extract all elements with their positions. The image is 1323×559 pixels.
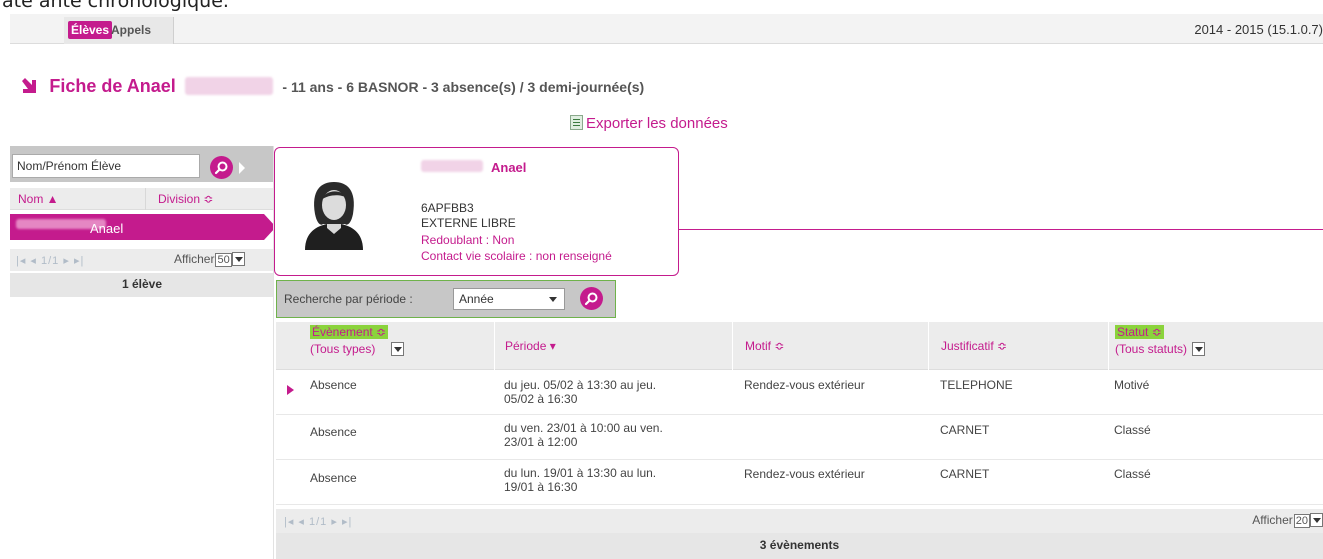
- student-row-name: Anael: [90, 221, 124, 236]
- period-select[interactable]: Année: [453, 288, 565, 310]
- header-statut: Statut ≎ (Tous statuts): [1108, 322, 1323, 370]
- sort-periode[interactable]: Période ▾: [505, 339, 556, 353]
- cell-statut: Motivé: [1114, 378, 1150, 392]
- afficher-label: Afficher: [1252, 513, 1293, 527]
- student-profile-card: Anael 6APFBB3 EXTERNE LIBRE Redoublant :…: [274, 147, 679, 276]
- statut-filter-label: (Tous statuts): [1115, 342, 1188, 356]
- cell-evenement: Absence: [310, 471, 357, 485]
- chevron-down-icon: [549, 297, 557, 302]
- pager-controls[interactable]: |◂ ◂ 1/1 ▸ ▸|: [16, 254, 84, 267]
- sort-statut[interactable]: Statut ≎: [1115, 325, 1164, 339]
- student-search-input[interactable]: Nom/Prénom Élève: [12, 154, 200, 178]
- cell-justificatif: TELEPHONE: [940, 378, 1013, 392]
- cell-periode-line2: 19/01 à 16:30: [504, 480, 578, 494]
- cell-motif: Rendez-vous extérieur: [744, 378, 865, 392]
- cell-justificatif: CARNET: [940, 467, 990, 481]
- cell-periode-line1: du lun. 19/01 à 13:30 au lun.: [504, 466, 657, 480]
- cell-motif: Rendez-vous extérieur: [744, 467, 865, 481]
- cell-statut: Classé: [1114, 423, 1151, 437]
- cell-statut: Classé: [1114, 467, 1151, 481]
- tab-bar: Élèves Appels: [64, 17, 174, 44]
- table-row[interactable]: Absence du lun. 19/01 à 13:30 au lun. 19…: [276, 461, 1323, 505]
- page-size-control: Afficher 20: [1252, 513, 1323, 528]
- table-row[interactable]: Absence du jeu. 05/02 à 13:30 au jeu. 05…: [276, 371, 1323, 415]
- tab-eleves[interactable]: Élèves: [68, 21, 113, 39]
- student-list-header: Nom ▲ Division ≎: [10, 188, 274, 210]
- events-table-header: Évènement ≎ (Tous types) Période ▾ Motif…: [276, 322, 1323, 370]
- title-student: Fiche de Anael: [49, 76, 176, 96]
- column-nom[interactable]: Nom ▲: [18, 192, 59, 206]
- filter-evenement[interactable]: (Tous types): [310, 342, 404, 356]
- student-search-bar: Nom/Prénom Élève: [10, 146, 274, 182]
- chevron-down-icon[interactable]: [390, 342, 404, 356]
- header-periode: Période ▾: [494, 322, 732, 370]
- title-details: - 11 ans - 6 BASNOR - 3 absence(s) / 3 d…: [282, 79, 645, 95]
- card-underline: [678, 229, 1323, 230]
- column-separator: [145, 188, 146, 210]
- cell-periode-line1: du jeu. 05/02 à 13:30 au jeu.: [504, 378, 657, 392]
- card-regime: EXTERNE LIBRE: [421, 216, 516, 230]
- student-count: 1 élève: [10, 273, 274, 297]
- evenement-filter-label: (Tous types): [310, 342, 376, 356]
- events-count: 3 évènements: [276, 533, 1323, 559]
- header-motif: Motif ≎: [732, 322, 928, 370]
- cell-periode-line2: 23/01 à 12:00: [504, 435, 578, 449]
- tab-appels[interactable]: Appels: [108, 21, 154, 39]
- avatar-icon: [305, 182, 363, 250]
- card-student-id: 6APFBB3: [421, 201, 474, 215]
- chevron-down-icon[interactable]: [1310, 513, 1323, 527]
- page-size-control: Afficher 50: [174, 252, 245, 267]
- period-search-label: Recherche par période :: [284, 292, 413, 306]
- period-search-bar: Recherche par période : Année: [276, 280, 616, 318]
- events-table-pager: |◂ ◂ 1/1 ▸ ▸| Afficher 20: [276, 509, 1323, 533]
- header-evenement: Évènement ≎ (Tous types): [276, 322, 494, 370]
- card-redoublant: Redoublant : Non: [421, 233, 515, 247]
- export-label[interactable]: Exporter les données: [586, 115, 728, 132]
- period-search-button[interactable]: [580, 287, 603, 310]
- student-list-pager: |◂ ◂ 1/1 ▸ ▸| Afficher 50: [10, 249, 274, 271]
- cell-evenement: Absence: [310, 378, 357, 392]
- row-selected-arrow-icon: [287, 385, 294, 395]
- evenement-label: Évènement ≎: [310, 325, 389, 339]
- top-bar: Élèves Appels 2014 - 2015 (15.1.0.7): [10, 14, 1323, 44]
- table-row[interactable]: Absence du ven. 23/01 à 10:00 au ven. 23…: [276, 416, 1323, 460]
- statut-label: Statut ≎: [1115, 325, 1164, 339]
- sort-motif[interactable]: Motif ≎: [745, 339, 784, 353]
- search-icon: [584, 292, 598, 306]
- arrow-down-right-icon: [22, 78, 36, 93]
- export-link[interactable]: Exporter les données: [570, 115, 728, 132]
- redacted-lastname: [185, 77, 274, 95]
- search-button[interactable]: [210, 156, 233, 179]
- period-select-value: Année: [459, 292, 494, 306]
- page-caption: ate ante chronologique.: [2, 0, 229, 12]
- header-justificatif: Justificatif ≎: [928, 322, 1108, 370]
- afficher-label: Afficher: [174, 252, 215, 266]
- cell-evenement: Absence: [310, 425, 357, 439]
- student-list-empty-area: [10, 297, 274, 559]
- sort-justificatif[interactable]: Justificatif ≎: [941, 339, 1007, 353]
- spreadsheet-icon: [570, 115, 583, 130]
- cell-periode-line1: du ven. 23/01 à 10:00 au ven.: [504, 421, 663, 435]
- filter-statut[interactable]: (Tous statuts): [1115, 342, 1206, 356]
- card-first-name: Anael: [491, 160, 527, 175]
- search-icon: [214, 161, 228, 175]
- page-size-select[interactable]: 20: [1293, 514, 1310, 528]
- school-year-version: 2014 - 2015 (15.1.0.7): [1194, 22, 1323, 37]
- cell-periode-line2: 05/02 à 16:30: [504, 392, 578, 406]
- page-size-select[interactable]: 50: [215, 253, 232, 267]
- expand-arrow-icon[interactable]: [239, 162, 245, 174]
- column-division[interactable]: Division ≎: [158, 192, 213, 206]
- student-row-selected[interactable]: Anael: [10, 214, 276, 240]
- card-contact: Contact vie scolaire : non renseigné: [421, 249, 612, 263]
- sort-evenement[interactable]: Évènement ≎: [310, 325, 389, 339]
- cell-justificatif: CARNET: [940, 423, 990, 437]
- redacted-lastname: [421, 160, 483, 172]
- chevron-down-icon[interactable]: [1192, 342, 1206, 356]
- pager-controls[interactable]: |◂ ◂ 1/1 ▸ ▸|: [284, 515, 352, 528]
- chevron-down-icon[interactable]: [231, 252, 245, 266]
- page-title: Fiche de Anael - 11 ans - 6 BASNOR - 3 a…: [20, 76, 644, 97]
